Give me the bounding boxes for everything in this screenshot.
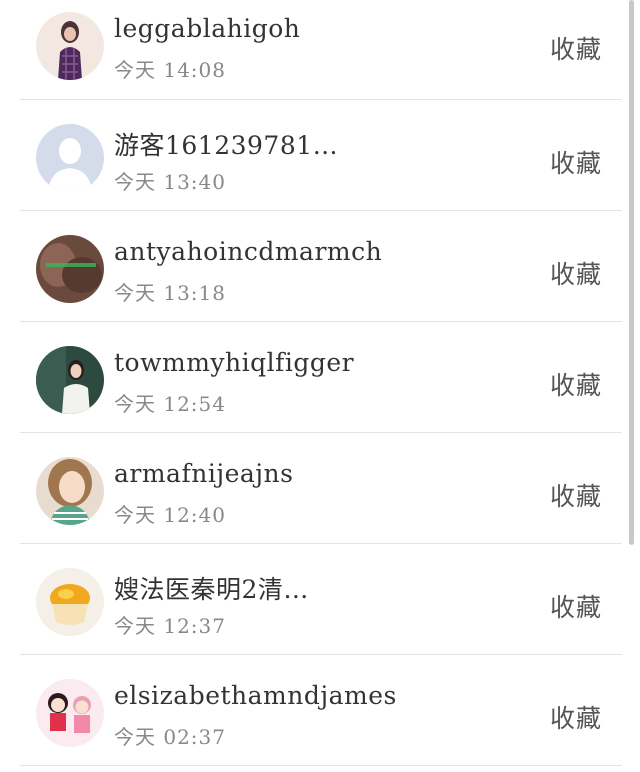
user-name: 游客161239781… xyxy=(114,131,339,160)
favorite-button[interactable]: 收藏 xyxy=(550,366,602,402)
avatar[interactable] xyxy=(36,457,104,525)
message-list: leggablahigoh 今天 14:08 收藏 游客161239781… 今… xyxy=(0,0,622,766)
dessert-photo-icon xyxy=(36,568,104,636)
favorite-button[interactable]: 收藏 xyxy=(550,30,602,66)
list-item[interactable]: 游客161239781… 今天 13:40 收藏 xyxy=(0,100,622,211)
avatar[interactable] xyxy=(36,346,104,414)
avatar[interactable] xyxy=(36,235,104,303)
timestamp: 今天 12:54 xyxy=(114,392,226,416)
woman-portrait-icon xyxy=(36,346,104,414)
user-name: armafnijeajns xyxy=(114,459,294,488)
user-name: antyahoincdmarmch xyxy=(114,237,383,266)
avatar[interactable] xyxy=(36,124,104,192)
brown-photo-icon xyxy=(36,235,104,303)
user-name: 嫂法医秦明2清… xyxy=(114,575,309,604)
timestamp: 今天 13:40 xyxy=(114,170,226,194)
scrollbar[interactable] xyxy=(629,0,634,545)
favorite-button[interactable]: 收藏 xyxy=(550,144,602,180)
avatar[interactable] xyxy=(36,12,104,80)
user-name: towmmyhiqlfigger xyxy=(114,348,355,377)
user-name: leggablahigoh xyxy=(114,14,301,43)
divider xyxy=(20,765,622,766)
list-item[interactable]: elsizabethamndjames 今天 02:37 收藏 xyxy=(0,655,622,766)
timestamp: 今天 02:37 xyxy=(114,725,226,749)
list-item[interactable]: armafnijeajns 今天 12:40 收藏 xyxy=(0,433,622,544)
timestamp: 今天 13:18 xyxy=(114,281,226,305)
girl-photo-icon xyxy=(36,12,104,80)
avatar[interactable] xyxy=(36,568,104,636)
default-user-icon xyxy=(36,124,104,192)
favorite-button[interactable]: 收藏 xyxy=(550,255,602,291)
smiling-girl-icon xyxy=(36,457,104,525)
list-item[interactable]: antyahoincdmarmch 今天 13:18 收藏 xyxy=(0,211,622,322)
favorite-button[interactable]: 收藏 xyxy=(550,699,602,735)
timestamp: 今天 12:37 xyxy=(114,614,226,638)
list-item[interactable]: towmmyhiqlfigger 今天 12:54 收藏 xyxy=(0,322,622,433)
favorite-button[interactable]: 收藏 xyxy=(550,588,602,624)
list-item[interactable]: 嫂法医秦明2清… 今天 12:37 收藏 xyxy=(0,544,622,655)
favorite-button[interactable]: 收藏 xyxy=(550,477,602,513)
list-item[interactable]: leggablahigoh 今天 14:08 收藏 xyxy=(0,0,622,100)
avatar[interactable] xyxy=(36,679,104,747)
timestamp: 今天 12:40 xyxy=(114,503,226,527)
timestamp: 今天 14:08 xyxy=(114,58,226,82)
user-name: elsizabethamndjames xyxy=(114,681,397,710)
cartoon-couple-icon xyxy=(36,679,104,747)
